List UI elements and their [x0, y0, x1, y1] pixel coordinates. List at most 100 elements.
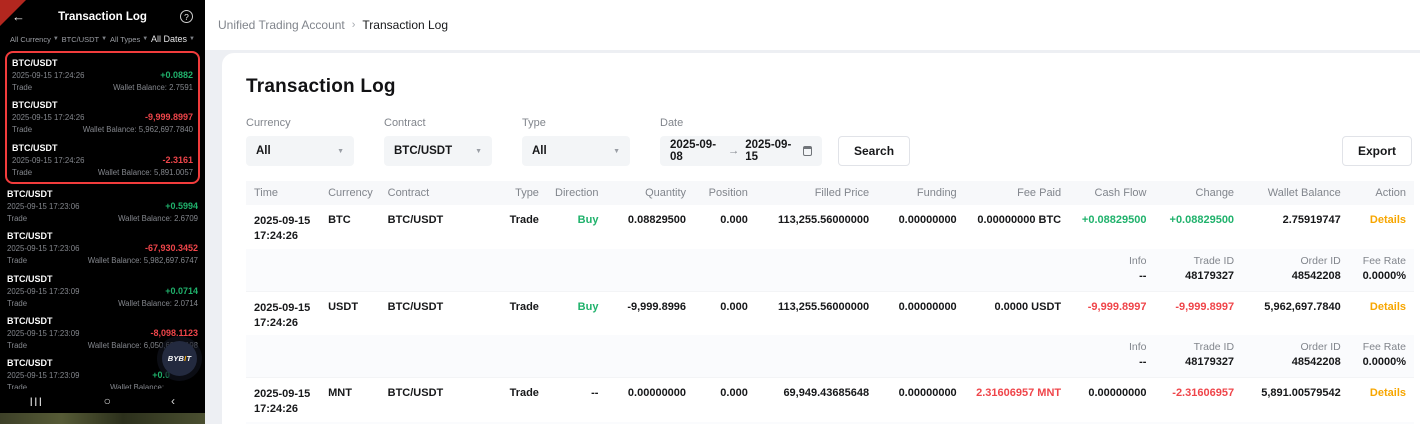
cell: -2.31606957: [1154, 378, 1242, 422]
export-button[interactable]: Export: [1342, 136, 1412, 166]
nav-back-icon[interactable]: ‹: [171, 394, 175, 408]
col-header-quantity: Quantity: [606, 181, 694, 205]
filter-label: All Dates: [151, 34, 187, 44]
filter-label: All Types: [110, 35, 140, 44]
pair-label: BTC/USDT: [12, 100, 193, 110]
date-from: 2025-09-08: [670, 139, 722, 163]
sub-label: Trade ID: [1162, 341, 1234, 353]
wallet-balance: Wallet Balance: 5,982,697.6747: [88, 255, 198, 266]
sub-value: 48179327: [1162, 356, 1234, 368]
amount: -67,930.3452: [145, 242, 198, 255]
type-label: Trade: [12, 167, 32, 178]
col-header-filled-price: Filled Price: [756, 181, 877, 205]
cell: 5,891.00579542: [1242, 378, 1349, 422]
mobile-filter-1[interactable]: BTC/USDT▼: [62, 35, 107, 44]
cell: Trade: [464, 378, 547, 422]
mobile-filter-0[interactable]: All Currency▼: [10, 35, 59, 44]
breadcrumb: Unified Trading Account › Transaction Lo…: [218, 18, 448, 32]
details-link[interactable]: Details: [1349, 291, 1414, 335]
currency-value: All: [256, 145, 271, 157]
col-header-wallet-balance: Wallet Balance: [1242, 181, 1349, 205]
details-link[interactable]: Details: [1349, 378, 1414, 422]
sub-label: Order ID: [1250, 341, 1341, 353]
sub-spacer: [246, 335, 1069, 378]
wallet-balance: Wallet Balance: 5,891.0057: [98, 167, 193, 178]
timestamp: 2025-09-15 17:24:26: [12, 70, 84, 81]
type-label: Trade: [7, 298, 27, 309]
cell: 113,255.56000000: [756, 205, 877, 249]
date-range-picker[interactable]: 2025-09-08 → 2025-09-15: [660, 136, 822, 166]
table-subrow: Info--Trade ID48179327Order ID48542208Fe…: [246, 249, 1414, 292]
table-body: 2025-09-1517:24:26BTCBTC/USDTTradeBuy0.0…: [246, 205, 1414, 424]
cell: 0.0000 USDT: [965, 291, 1069, 335]
recent-apps-icon[interactable]: |||: [30, 396, 44, 406]
sub-label: Fee Rate: [1357, 341, 1406, 353]
item-time-amount-row: 2025-09-15 17:23:06 -67,930.3452: [7, 242, 198, 255]
sub-fee-rate: Fee Rate0.0000%: [1349, 335, 1414, 378]
cell: USDT: [320, 291, 380, 335]
amount: -8,098.1123: [150, 327, 198, 340]
type-select[interactable]: All ▼: [522, 136, 630, 166]
timestamp: 2025-09-15 17:23:09: [7, 286, 79, 297]
transaction-item[interactable]: BTC/USDT2025-09-15 17:23:06-67,930.3452T…: [5, 227, 200, 269]
wallet-balance: Wallet Balance: 2.7591: [113, 82, 193, 93]
date-arrow-icon: →: [728, 145, 740, 157]
transaction-item[interactable]: BTC/USDT2025-09-15 17:24:26-9,999.8997Tr…: [12, 96, 193, 138]
sub-value: 48542208: [1250, 270, 1341, 282]
contract-filter-group: Contract BTC/USDT ▼: [384, 117, 492, 166]
timestamp: 2025-09-15 17:23:06: [7, 243, 79, 254]
date-to: 2025-09-15: [745, 139, 797, 163]
sub-value: 48179327: [1162, 270, 1234, 282]
cell: 2.75919747: [1242, 205, 1349, 249]
cell: 0.00000000 BTC: [965, 205, 1069, 249]
sub-info: Info--: [1069, 335, 1154, 378]
sub-order-id: Order ID48542208: [1242, 335, 1349, 378]
table-row: 2025-09-1517:24:26USDTBTC/USDTTradeBuy-9…: [246, 291, 1414, 335]
pair-label: BTC/USDT: [7, 316, 198, 326]
details-link[interactable]: Details: [1349, 205, 1414, 249]
item-type-balance-row: TradeWallet Balance: 2.6709: [7, 213, 198, 224]
desktop-panel: Unified Trading Account › Transaction Lo…: [205, 0, 1420, 424]
cell: 113,255.56000000: [756, 291, 877, 335]
col-header-funding: Funding: [877, 181, 965, 205]
transaction-item[interactable]: BTC/USDT2025-09-15 17:23:06+0.5994TradeW…: [5, 185, 200, 227]
type-label: Type: [522, 117, 630, 129]
mobile-filter-2[interactable]: All Types▼: [110, 35, 148, 44]
cell-time: 2025-09-1517:24:26: [246, 291, 320, 335]
sub-trade-id: Trade ID 48179327: [1154, 335, 1242, 378]
cell: -9,999.8997: [1069, 291, 1154, 335]
col-header-cash-flow: Cash Flow: [1069, 181, 1154, 205]
col-header-position: Position: [694, 181, 756, 205]
contract-select[interactable]: BTC/USDT ▼: [384, 136, 492, 166]
type-value: All: [532, 145, 547, 157]
search-button[interactable]: Search: [838, 136, 910, 166]
time-clock: 17:24:26: [254, 402, 312, 417]
cell: 0.000: [694, 378, 756, 422]
type-filter-group: Type All ▼: [522, 117, 630, 166]
timestamp: 2025-09-15 17:23:09: [7, 370, 79, 381]
breadcrumb-root-link[interactable]: Unified Trading Account: [218, 18, 345, 32]
bybit-floating-button[interactable]: BYBIT: [162, 341, 197, 376]
sub-label: Info: [1077, 255, 1146, 267]
item-time-amount-row: 2025-09-15 17:24:26-9,999.8997: [12, 111, 193, 124]
transaction-item[interactable]: BTC/USDT2025-09-15 17:23:09+0.0714TradeW…: [5, 270, 200, 312]
breadcrumb-current: Transaction Log: [362, 18, 448, 32]
table-row: 2025-09-1517:24:26MNTBTC/USDTTrade--0.00…: [246, 378, 1414, 422]
page-title: Transaction Log: [246, 76, 1414, 98]
cell: BTC/USDT: [380, 291, 464, 335]
home-icon[interactable]: ○: [104, 394, 111, 408]
bybit-logo-text: BYBIT: [168, 354, 192, 363]
transaction-item[interactable]: BTC/USDT2025-09-15 17:24:26-2.3161TradeW…: [12, 139, 193, 181]
cell: BTC/USDT: [380, 378, 464, 422]
currency-filter-group: Currency All ▼: [246, 117, 354, 166]
caret-down-icon: ▼: [101, 36, 107, 42]
mobile-filter-3[interactable]: All Dates▼: [151, 34, 195, 44]
mobile-page-title: Transaction Log: [0, 11, 205, 23]
transaction-item[interactable]: BTC/USDT2025-09-15 17:24:26+0.0882TradeW…: [12, 54, 193, 96]
currency-select[interactable]: All ▼: [246, 136, 354, 166]
cell: 5,962,697.7840: [1242, 291, 1349, 335]
amount: +0.5994: [165, 200, 198, 213]
wallpaper-strip: [0, 413, 205, 424]
item-type-balance-row: TradeWallet Balance: 2.0714: [7, 298, 198, 309]
col-header-time: Time: [246, 181, 320, 205]
